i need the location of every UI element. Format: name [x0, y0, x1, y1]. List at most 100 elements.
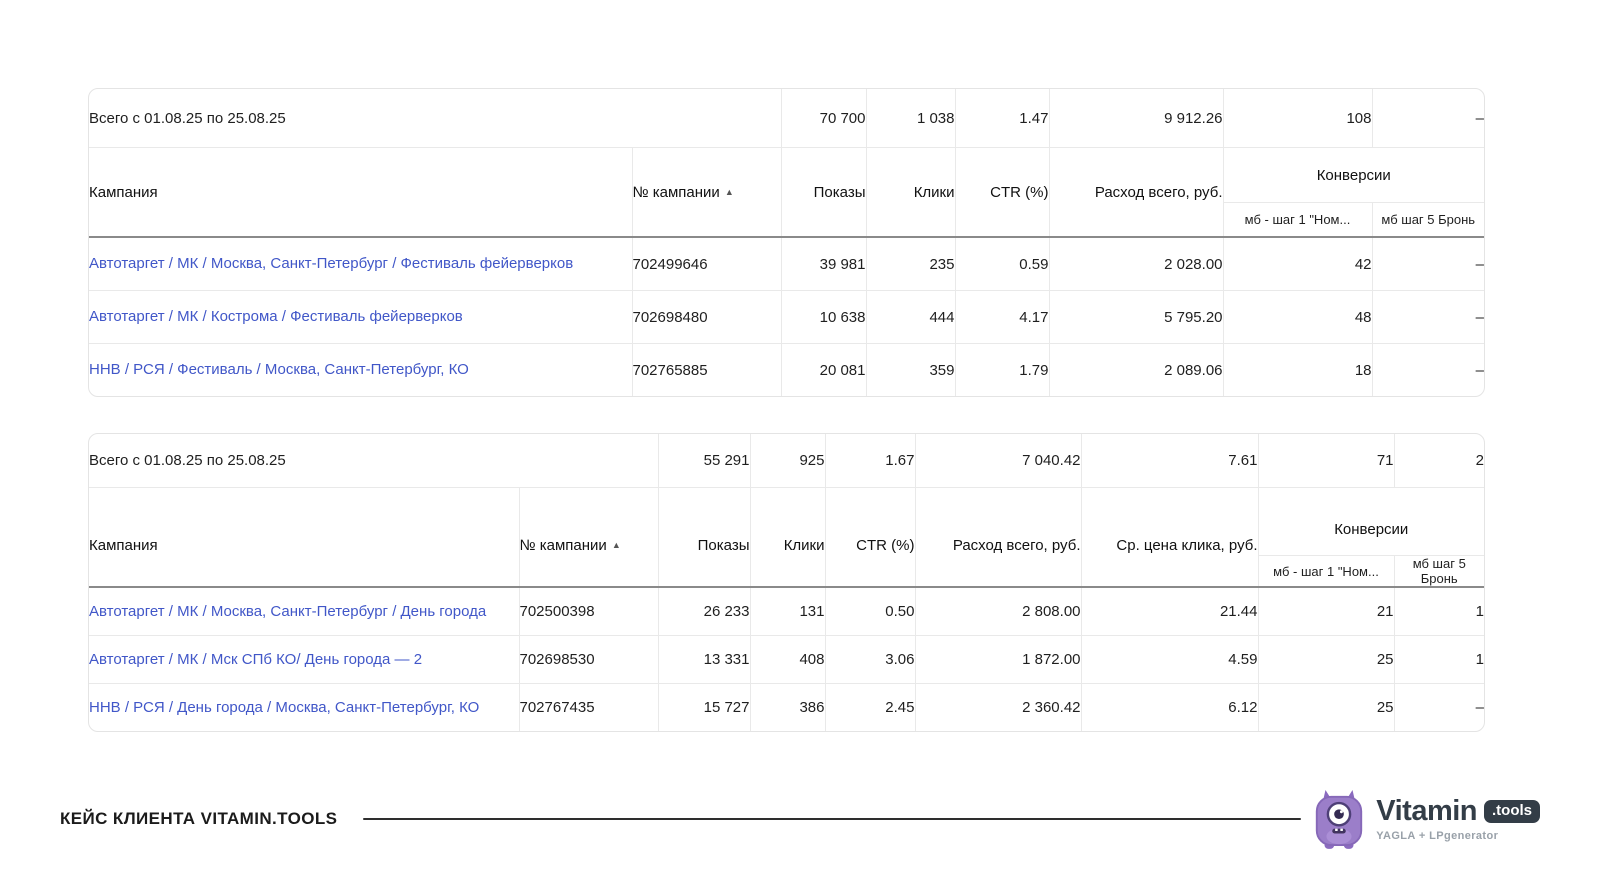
column-header-label: № кампании — [520, 537, 607, 554]
metric-cell: 235 — [866, 237, 955, 291]
metric-cell: 48 — [1223, 291, 1372, 344]
metric-cell: 0.59 — [955, 237, 1049, 291]
metric-cell: 15 727 — [658, 684, 750, 732]
footer-divider — [363, 818, 1301, 820]
column-group-conversions: Конверсии — [1258, 488, 1484, 556]
column-header[interactable]: Расход всего, руб. — [915, 488, 1081, 588]
campaign-id-cell: 702698530 — [519, 636, 658, 684]
table-row: Автотаргет / МК / Москва, Санкт-Петербур… — [89, 237, 1484, 291]
period-total-label: Всего с 01.08.25 по 25.08.25 — [89, 89, 781, 148]
column-header[interactable]: CTR (%) — [955, 148, 1049, 238]
metric-cell: – — [1394, 684, 1484, 732]
header-row: Кампания№ кампании▲ПоказыКликиCTR (%)Рас… — [89, 488, 1484, 556]
total-value: 1.67 — [825, 434, 915, 488]
metric-cell: 2 089.06 — [1049, 344, 1223, 397]
total-value: 925 — [750, 434, 825, 488]
column-header[interactable]: Клики — [866, 148, 955, 238]
metric-cell: – — [1372, 291, 1484, 344]
metric-cell: 2 360.42 — [915, 684, 1081, 732]
metric-cell: 25 — [1258, 684, 1394, 732]
metric-cell: – — [1372, 344, 1484, 397]
metric-cell: 1 — [1394, 587, 1484, 636]
total-value: 55 291 — [658, 434, 750, 488]
brand-logo: Vitamin .tools YAGLA + LPgenerator — [1311, 788, 1540, 850]
campaign-link[interactable]: Автотаргет / МК / Мск СПб КО/ День город… — [89, 651, 422, 668]
metric-cell: 5 795.20 — [1049, 291, 1223, 344]
total-value: 1 038 — [866, 89, 955, 148]
metric-cell: 39 981 — [781, 237, 866, 291]
metric-cell: 4.59 — [1081, 636, 1258, 684]
campaign-id-cell: 702698480 — [632, 291, 781, 344]
metric-cell: 1 — [1394, 636, 1484, 684]
campaign-id-cell: 702765885 — [632, 344, 781, 397]
period-total-label: Всего с 01.08.25 по 25.08.25 — [89, 434, 658, 488]
campaign-link[interactable]: Автотаргет / МК / Кострома / Фестиваль ф… — [89, 308, 463, 325]
column-header-campaign-id[interactable]: № кампании▲ — [632, 148, 781, 238]
metric-cell: 2.45 — [825, 684, 915, 732]
campaign-stats-table: Всего с 01.08.25 по 25.08.2555 2919251.6… — [88, 433, 1485, 732]
metric-cell: 20 081 — [781, 344, 866, 397]
metric-cell: 386 — [750, 684, 825, 732]
campaign-cell: ННВ / РСЯ / День города / Москва, Санкт-… — [89, 684, 519, 732]
metric-cell: 2 028.00 — [1049, 237, 1223, 291]
column-header-campaign[interactable]: Кампания — [89, 488, 519, 588]
campaign-stats-table: Всего с 01.08.25 по 25.08.2570 7001 0381… — [88, 88, 1485, 397]
total-value: 1.47 — [955, 89, 1049, 148]
header-row: Кампания№ кампании▲ПоказыКликиCTR (%)Рас… — [89, 148, 1484, 203]
column-header[interactable]: CTR (%) — [825, 488, 915, 588]
metric-cell: 26 233 — [658, 587, 750, 636]
column-header[interactable]: Показы — [658, 488, 750, 588]
tables-area: Всего с 01.08.25 по 25.08.2570 7001 0381… — [0, 0, 1600, 732]
brand-text: Vitamin .tools YAGLA + LPgenerator — [1376, 797, 1540, 842]
metric-cell: 444 — [866, 291, 955, 344]
campaign-link[interactable]: Автотаргет / МК / Москва, Санкт-Петербур… — [89, 603, 486, 620]
monster-mascot-icon — [1311, 788, 1367, 850]
metric-cell: 18 — [1223, 344, 1372, 397]
campaign-id-cell: 702767435 — [519, 684, 658, 732]
campaign-id-cell: 702500398 — [519, 587, 658, 636]
metric-cell: 0.50 — [825, 587, 915, 636]
totals-row: Всего с 01.08.25 по 25.08.2570 7001 0381… — [89, 89, 1484, 148]
campaign-link[interactable]: Автотаргет / МК / Москва, Санкт-Петербур… — [89, 255, 573, 272]
conversion-goal-header[interactable]: мб - шаг 1 "Ном... — [1223, 203, 1372, 238]
column-header-campaign[interactable]: Кампания — [89, 148, 632, 238]
column-group-conversions: Конверсии — [1223, 148, 1484, 203]
metric-cell: 131 — [750, 587, 825, 636]
metric-cell: 13 331 — [658, 636, 750, 684]
total-value: 71 — [1258, 434, 1394, 488]
metric-cell: – — [1372, 237, 1484, 291]
conversion-goal-header[interactable]: мб шаг 5 Бронь — [1394, 556, 1484, 588]
table-row: Автотаргет / МК / Кострома / Фестиваль ф… — [89, 291, 1484, 344]
brand-name: Vitamin — [1376, 797, 1477, 826]
campaign-cell: ННВ / РСЯ / Фестиваль / Москва, Санкт-Пе… — [89, 344, 632, 397]
sort-ascending-icon: ▲ — [612, 540, 621, 550]
metric-cell: 10 638 — [781, 291, 866, 344]
conversion-goal-header[interactable]: мб - шаг 1 "Ном... — [1258, 556, 1394, 588]
totals-row: Всего с 01.08.25 по 25.08.2555 2919251.6… — [89, 434, 1484, 488]
metric-cell: 21.44 — [1081, 587, 1258, 636]
table-row: Автотаргет / МК / Москва, Санкт-Петербур… — [89, 587, 1484, 636]
metric-cell: 3.06 — [825, 636, 915, 684]
footer: КЕЙС КЛИЕНТА VITAMIN.TOOLS Vitamin .tool… — [60, 786, 1540, 852]
table-row: ННВ / РСЯ / Фестиваль / Москва, Санкт-Пе… — [89, 344, 1484, 397]
column-header[interactable]: Показы — [781, 148, 866, 238]
table-row: ННВ / РСЯ / День города / Москва, Санкт-… — [89, 684, 1484, 732]
sort-ascending-icon: ▲ — [725, 187, 734, 197]
campaign-id-cell: 702499646 — [632, 237, 781, 291]
metric-cell: 359 — [866, 344, 955, 397]
column-header[interactable]: Расход всего, руб. — [1049, 148, 1223, 238]
metric-cell: 1 872.00 — [915, 636, 1081, 684]
column-header-campaign-id[interactable]: № кампании ▲ — [519, 488, 658, 588]
campaign-link[interactable]: ННВ / РСЯ / Фестиваль / Москва, Санкт-Пе… — [89, 361, 469, 378]
metric-cell: 408 — [750, 636, 825, 684]
column-header[interactable]: Ср. цена клика, руб. — [1081, 488, 1258, 588]
metric-cell: 21 — [1258, 587, 1394, 636]
campaign-link[interactable]: ННВ / РСЯ / День города / Москва, Санкт-… — [89, 699, 479, 716]
brand-subtitle: YAGLA + LPgenerator — [1376, 830, 1540, 842]
conversion-goal-header[interactable]: мб шаг 5 Бронь — [1372, 203, 1484, 238]
metric-cell: 1.79 — [955, 344, 1049, 397]
metric-cell: 25 — [1258, 636, 1394, 684]
total-value: 9 912.26 — [1049, 89, 1223, 148]
column-header[interactable]: Клики — [750, 488, 825, 588]
total-value: – — [1372, 89, 1484, 148]
